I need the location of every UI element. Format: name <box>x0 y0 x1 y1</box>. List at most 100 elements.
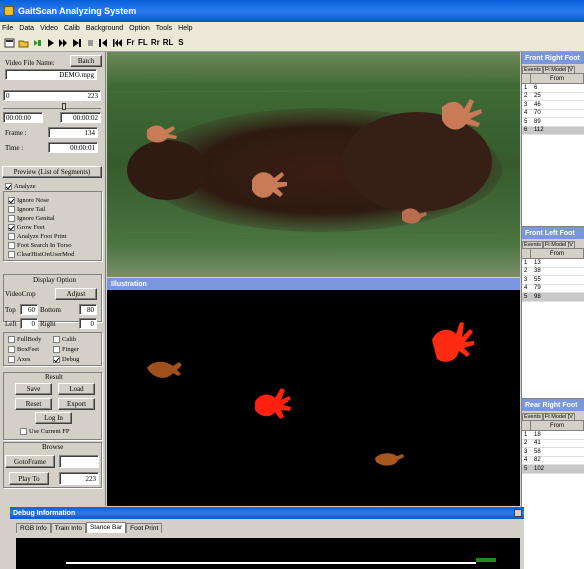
table-row[interactable]: 2 25 <box>522 93 584 101</box>
menu-video[interactable]: Video <box>40 25 58 32</box>
table-row[interactable]: 1 13 <box>522 259 584 268</box>
debug-window-title-bar[interactable]: Debug Information <box>10 507 524 519</box>
check-box[interactable] <box>8 206 15 213</box>
table-row-selected[interactable]: 6 112 <box>522 126 584 135</box>
goto-frame-field[interactable] <box>59 455 99 468</box>
tab-ft-model[interactable]: Ft Model [V <box>542 413 575 420</box>
option-ignore-genital[interactable]: Ignore Genital <box>8 215 55 222</box>
preview-segments-button[interactable]: Preview (List of Segments) <box>2 166 102 178</box>
load-button[interactable]: Load <box>58 383 95 395</box>
left-field[interactable]: 0 <box>20 318 38 329</box>
run-icon[interactable] <box>32 37 43 49</box>
export-button[interactable]: Export <box>58 398 95 410</box>
s-button[interactable]: S <box>176 37 185 49</box>
right-field[interactable]: 0 <box>79 318 97 329</box>
rear-right-button[interactable]: Rr <box>151 37 160 49</box>
goto-frame-button[interactable]: GotoFrame <box>5 455 55 468</box>
frame-slider[interactable] <box>3 103 101 110</box>
menu-data[interactable]: Data <box>19 25 34 32</box>
check-box[interactable] <box>53 336 60 343</box>
menu-option[interactable]: Option <box>129 25 150 32</box>
menu-background[interactable]: Background <box>86 25 123 32</box>
table-row-selected[interactable]: 5 102 <box>522 465 584 474</box>
menu-tools[interactable]: Tools <box>156 25 172 32</box>
table-row[interactable]: 3 55 <box>522 276 584 285</box>
analyze-checkbox[interactable]: Analyze <box>5 183 36 190</box>
check-box[interactable] <box>8 224 15 231</box>
file-name-field[interactable]: DEMO.mpg <box>5 69 97 80</box>
tab-events[interactable]: Events <box>522 413 543 420</box>
tab-train-info[interactable]: Train Info <box>50 523 86 533</box>
option-foot-search-torso[interactable]: Foot Search In Torso <box>8 242 72 249</box>
menu-file[interactable]: File <box>2 25 13 32</box>
check-box[interactable] <box>8 346 15 353</box>
slider-thumb[interactable] <box>62 103 66 110</box>
tab-ft-model[interactable]: Ft Model [V <box>542 241 575 248</box>
table-row-selected[interactable]: 5 98 <box>522 293 584 302</box>
check-box[interactable] <box>8 356 15 363</box>
check-fullbody[interactable]: FullBody <box>8 336 42 343</box>
table-row[interactable]: 3 46 <box>522 101 584 110</box>
step-back-icon[interactable] <box>98 37 109 49</box>
option-ignore-nose[interactable]: Ignore Nose <box>8 197 49 204</box>
new-file-icon[interactable] <box>4 37 15 49</box>
analyze-check-box[interactable] <box>5 183 12 190</box>
play-to-field[interactable]: 223 <box>59 472 99 485</box>
col-from[interactable]: From <box>531 249 584 258</box>
option-ignore-tail[interactable]: Ignore Tail <box>8 206 46 213</box>
table-row[interactable]: 1 18 <box>522 431 584 440</box>
time-field[interactable]: 00:00:01 <box>48 142 98 153</box>
play-to-button[interactable]: Play To <box>9 472 49 485</box>
front-right-button[interactable]: Fr <box>126 37 135 49</box>
play-icon[interactable] <box>46 37 55 49</box>
option-grow-feet[interactable]: Grow Feet <box>8 224 45 231</box>
play-end-icon[interactable] <box>72 37 83 49</box>
rewind-icon[interactable] <box>112 37 123 49</box>
bottom-field[interactable]: 80 <box>79 304 97 315</box>
frame-field[interactable]: 134 <box>48 127 98 138</box>
open-folder-icon[interactable] <box>18 37 29 49</box>
video-frame[interactable] <box>107 52 520 277</box>
check-box[interactable] <box>8 233 15 240</box>
table-row[interactable]: 4 82 <box>522 457 584 465</box>
top-field[interactable]: 60 <box>20 304 38 315</box>
batch-button[interactable]: Batch <box>70 55 102 67</box>
table-row[interactable]: 16 <box>522 84 584 93</box>
col-from[interactable]: From <box>531 74 584 83</box>
save-button[interactable]: Save <box>15 383 52 395</box>
check-box[interactable] <box>53 356 60 363</box>
option-analyze-foot-print[interactable]: Analyze Foot Print <box>8 233 66 240</box>
reset-button[interactable]: Reset <box>15 398 52 410</box>
table-row[interactable]: 4 79 <box>522 285 584 293</box>
frame-range-field[interactable]: 0 223 <box>3 90 101 101</box>
option-clear-hist[interactable]: ClearHistOnUserMod <box>8 251 74 258</box>
check-box[interactable] <box>8 242 15 249</box>
check-box[interactable] <box>8 336 15 343</box>
fast-forward-icon[interactable] <box>58 37 69 49</box>
check-calib[interactable]: Calib <box>53 336 76 343</box>
adjust-button[interactable]: Adjust <box>55 288 97 300</box>
check-boxfeet[interactable]: BoxFeet <box>8 346 39 353</box>
rear-left-button[interactable]: RL <box>163 37 174 49</box>
check-debug[interactable]: Debug <box>53 356 79 363</box>
tab-stance-bar[interactable]: Stance Bar <box>85 522 127 533</box>
use-current-fp-checkbox[interactable]: Use Current FP <box>20 428 69 435</box>
close-icon[interactable] <box>514 509 522 517</box>
tab-ft-model[interactable]: Ft Model [V <box>542 66 575 73</box>
table-row[interactable]: 4 70 <box>522 110 584 118</box>
check-box[interactable] <box>8 197 15 204</box>
stop-icon[interactable] <box>86 37 95 49</box>
tab-rgb-info[interactable]: RGB Info <box>16 523 51 533</box>
check-box[interactable] <box>8 215 15 222</box>
check-box[interactable] <box>20 428 27 435</box>
table-row[interactable]: 3 58 <box>522 448 584 457</box>
check-box[interactable] <box>53 346 60 353</box>
table-row[interactable]: 2 38 <box>522 268 584 276</box>
tab-events[interactable]: Events <box>522 241 543 248</box>
table-row[interactable]: 2 41 <box>522 440 584 448</box>
menu-calib[interactable]: Calib <box>64 25 80 32</box>
login-button[interactable]: Log In <box>35 412 72 424</box>
menu-help[interactable]: Help <box>178 25 192 32</box>
check-box[interactable] <box>8 251 15 258</box>
tab-events[interactable]: Events <box>522 66 543 73</box>
